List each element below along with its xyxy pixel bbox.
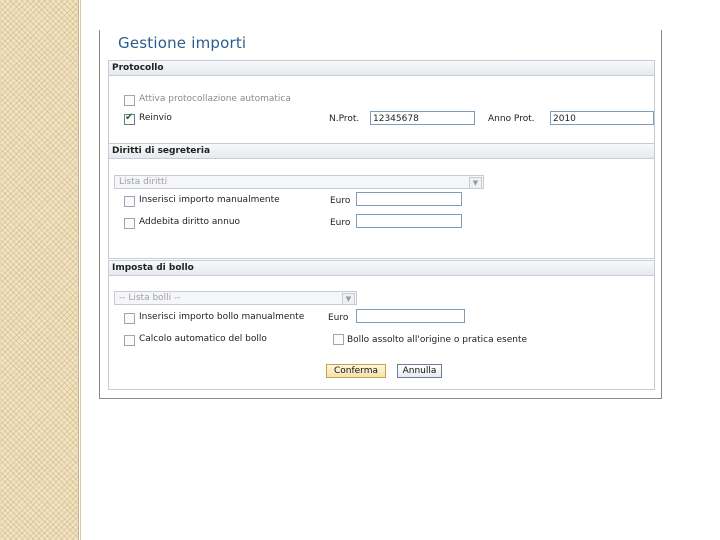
bollo-manual-label: Inserisci importo bollo manualmente bbox=[139, 312, 305, 322]
chevron-down-icon: ▼ bbox=[469, 177, 482, 189]
diritti-header: Diritti di segreteria bbox=[109, 144, 654, 159]
anno-prot-input[interactable]: 2010 bbox=[550, 111, 654, 125]
bollo-manual-euro-input[interactable] bbox=[356, 309, 465, 323]
conferma-button[interactable]: Conferma bbox=[326, 364, 386, 378]
reinvio-checkbox[interactable]: ✔ bbox=[124, 112, 135, 125]
bollo-esente-checkbox[interactable] bbox=[333, 334, 344, 345]
nprot-input[interactable]: 12345678 bbox=[370, 111, 475, 125]
gestione-importi-window: Gestione importi Protocollo Attiva proto… bbox=[99, 30, 662, 399]
diritto-annuo-euro-input[interactable] bbox=[356, 214, 462, 228]
diritti-manual-checkbox[interactable] bbox=[124, 196, 135, 207]
bolli-select-value: -- Lista bolli -- bbox=[119, 293, 181, 303]
annulla-button[interactable]: Annulla bbox=[397, 364, 442, 378]
bollo-manual-checkbox[interactable] bbox=[124, 313, 135, 324]
page-title: Gestione importi bbox=[118, 34, 247, 52]
diritti-manual-label: Inserisci importo manualmente bbox=[139, 195, 280, 205]
diritto-annuo-euro-label: Euro bbox=[330, 218, 351, 228]
auto-protocol-label: Attiva protocollazione automatica bbox=[139, 94, 291, 104]
bollo-esente-label: Bollo assolto all'origine o pratica esen… bbox=[347, 335, 528, 345]
diritti-panel: Diritti di segreteria Lista diritti ▼ In… bbox=[108, 143, 655, 259]
nprot-label: N.Prot. bbox=[329, 114, 360, 124]
decorative-divider bbox=[80, 0, 81, 540]
bollo-header: Imposta di bollo bbox=[109, 261, 654, 276]
diritti-manual-euro-input[interactable] bbox=[356, 192, 462, 206]
diritto-annuo-checkbox[interactable] bbox=[124, 218, 135, 229]
chevron-down-icon: ▼ bbox=[342, 293, 355, 305]
bolli-select[interactable]: -- Lista bolli -- ▼ bbox=[114, 291, 357, 305]
anno-prot-label: Anno Prot. bbox=[488, 114, 535, 124]
bollo-manual-euro-label: Euro bbox=[328, 313, 349, 323]
decorative-patterned-strip bbox=[0, 0, 79, 540]
diritto-annuo-label: Addebita diritto annuo bbox=[139, 217, 241, 227]
diritti-select-value: Lista diritti bbox=[119, 177, 168, 187]
checkmark-icon: ✔ bbox=[125, 112, 134, 123]
bollo-auto-label: Calcolo automatico del bollo bbox=[139, 334, 267, 344]
auto-protocol-checkbox[interactable] bbox=[124, 95, 135, 106]
bollo-panel: Imposta di bollo -- Lista bolli -- ▼ Ins… bbox=[108, 260, 655, 390]
protocollo-header: Protocollo bbox=[109, 61, 654, 76]
diritti-select[interactable]: Lista diritti ▼ bbox=[114, 175, 484, 189]
diritti-manual-euro-label: Euro bbox=[330, 196, 351, 206]
protocollo-panel: Protocollo Attiva protocollazione automa… bbox=[108, 60, 655, 146]
reinvio-label: Reinvio bbox=[139, 113, 172, 123]
bollo-auto-checkbox[interactable] bbox=[124, 335, 135, 346]
